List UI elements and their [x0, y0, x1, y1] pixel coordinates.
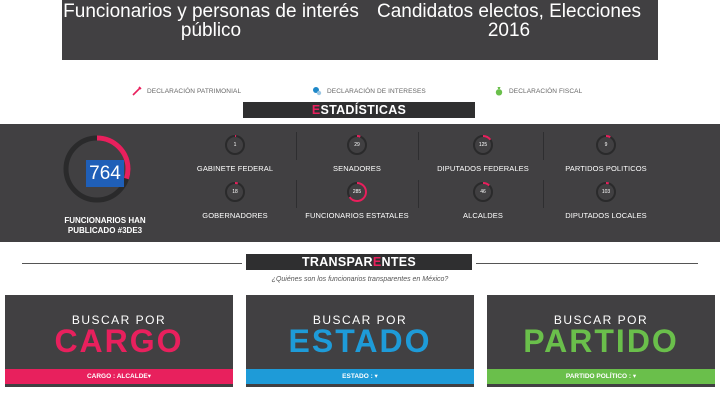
estado-dropdown[interactable]: ESTADO : ▾: [246, 369, 474, 384]
stat-value: 46: [480, 189, 486, 195]
card-word: PARTIDO: [523, 323, 679, 359]
divider: [543, 132, 544, 160]
legend-label: DECLARACIÓN PATRIMONIAL: [147, 87, 242, 95]
title-part: TRANSPAR: [301, 255, 373, 269]
stat-item[interactable]: 125 DIPUTADOS FEDERALES: [428, 134, 538, 173]
stat-item[interactable]: 103 DIPUTADOS LOCALES: [551, 181, 661, 220]
transparentes-subtitle: ¿Quiénes son los funcionarios transparen…: [271, 276, 449, 283]
stat-value: 9: [604, 142, 608, 148]
divider: [296, 132, 297, 160]
stat-label: GABINETE FEDERAL: [196, 164, 274, 173]
stat-value: 125: [478, 142, 488, 148]
total-label: FUNCIONARIOS HAN PUBLICADO #3DE3: [64, 216, 146, 235]
rule-left: [22, 263, 242, 264]
stats-title: ESTADÍSTICAS: [243, 102, 475, 118]
stat-label: FUNCIONARIOS ESTATALES: [305, 211, 409, 220]
stat-label: PARTIDOS POLITICOS: [565, 164, 647, 173]
top-banner: Funcionarios y personas de interés públi…: [62, 0, 658, 60]
stat-item[interactable]: 29 SENADORES: [302, 134, 412, 173]
stat-item[interactable]: 9 PARTIDOS POLITICOS: [551, 134, 661, 173]
stat-label: DIPUTADOS LOCALES: [565, 211, 647, 220]
stat-ring: 9: [595, 134, 617, 156]
rule-right: [476, 263, 698, 264]
stat-item[interactable]: 18 GOBERNADORES: [180, 181, 290, 220]
legend-intereses: DECLARACIÓN DE INTERESES: [312, 84, 426, 98]
bag-icon: [494, 86, 504, 96]
legend-patrimonial: DECLARACIÓN PATRIMONIAL: [132, 84, 241, 98]
divider: [543, 180, 544, 208]
card-word: ESTADO: [288, 323, 432, 359]
elected-candidates-heading[interactable]: Candidatos electos, Elecciones 2016: [360, 2, 658, 40]
stat-label: GOBERNADORES: [202, 211, 268, 220]
card-word: CARGO: [54, 323, 184, 359]
pen-icon: [132, 86, 142, 96]
officials-heading[interactable]: Funcionarios y personas de interés públi…: [62, 2, 360, 40]
cargo-dropdown[interactable]: CARGO : ALCALDE▾: [5, 369, 233, 384]
transparentes-title: TRANSPARENTES: [246, 254, 472, 270]
stat-ring: 46: [472, 181, 494, 203]
divider: [418, 180, 419, 208]
stat-value: 18: [232, 189, 238, 195]
stat-ring: 125: [472, 134, 494, 156]
partido-dropdown[interactable]: PARTIDO POLÍTICO : ▾: [487, 369, 715, 384]
stat-value: 29: [354, 142, 360, 148]
stat-ring: 1: [224, 134, 246, 156]
stat-value: 103: [601, 189, 611, 195]
search-by-cargo-card[interactable]: BUSCAR POR CARGO CARGO : ALCALDE▾: [5, 295, 233, 387]
divider: [418, 132, 419, 160]
stat-item[interactable]: 46 ALCALDES: [428, 181, 538, 220]
legend-label: DECLARACIÓN DE INTERESES: [327, 87, 426, 95]
title-rest: STADÍSTICAS: [320, 103, 407, 117]
stat-ring: 29: [346, 134, 368, 156]
search-by-partido-card[interactable]: BUSCAR POR PARTIDO PARTIDO POLÍTICO : ▾: [487, 295, 715, 387]
stat-value: 1: [233, 142, 237, 148]
stat-ring: 18: [224, 181, 246, 203]
stat-ring: 285: [346, 181, 368, 203]
stat-value: 285: [352, 189, 362, 195]
bubble-icon: [312, 86, 322, 96]
divider: [296, 180, 297, 208]
search-by-estado-card[interactable]: BUSCAR POR ESTADO ESTADO : ▾: [246, 295, 474, 387]
title-highlight: E: [372, 255, 382, 269]
legend-label: DECLARACIÓN FISCAL: [509, 87, 583, 95]
legend-fiscal: DECLARACIÓN FISCAL: [494, 84, 582, 98]
stat-ring: 103: [595, 181, 617, 203]
stat-label: ALCALDES: [463, 211, 503, 220]
stat-label: DIPUTADOS FEDERALES: [437, 164, 529, 173]
stat-item[interactable]: 285 FUNCIONARIOS ESTATALES: [302, 181, 412, 220]
stat-item[interactable]: 1 GABINETE FEDERAL: [180, 134, 290, 173]
stat-label: SENADORES: [333, 164, 381, 173]
total-count: 764: [86, 160, 124, 187]
title-part: NTES: [381, 255, 417, 269]
